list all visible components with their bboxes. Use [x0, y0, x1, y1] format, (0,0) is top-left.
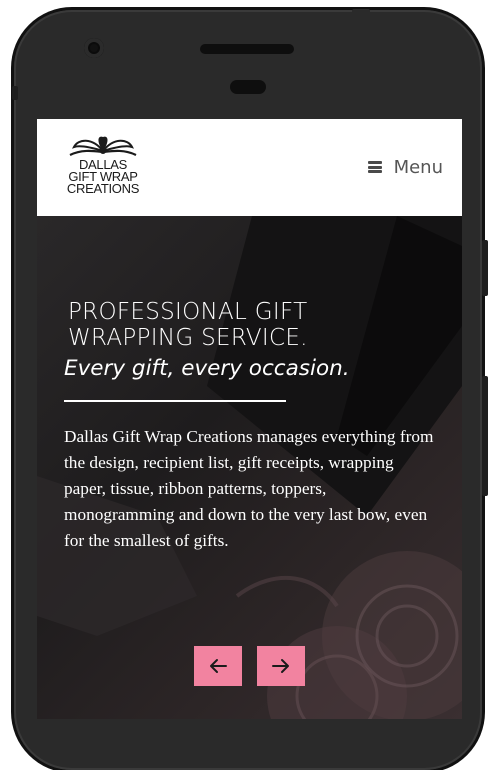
- hero-title-line-2: WRAPPING SERVICE.: [68, 325, 308, 351]
- menu-button[interactable]: Menu: [367, 155, 443, 179]
- arrow-right-icon: [272, 659, 289, 673]
- phone-volume-button: [482, 240, 488, 296]
- arrow-left-icon: [210, 659, 227, 673]
- hero-divider: [64, 400, 286, 402]
- slider-prev-button[interactable]: [194, 646, 242, 686]
- hero-description: Dallas Gift Wrap Creations manages every…: [64, 427, 434, 550]
- hero-subtitle: Every gift, every occasion.: [64, 356, 350, 381]
- site-logo[interactable]: DALLAS GIFT WRAP CREATIONS: [61, 133, 145, 203]
- phone-power-button: [482, 376, 488, 496]
- hero-title-line-1: PROFESSIONAL GIFT: [68, 299, 308, 325]
- hero-slide: PROFESSIONAL GIFT WRAPPING SERVICE. Ever…: [37, 216, 462, 719]
- site-header: DALLAS GIFT WRAP CREATIONS Menu: [37, 119, 462, 216]
- phone-top-button: [352, 9, 370, 15]
- bow-icon: [69, 136, 137, 156]
- phone-side-button: [12, 86, 18, 100]
- hero-title: PROFESSIONAL GIFT WRAPPING SERVICE.: [68, 299, 428, 351]
- hamburger-icon: [367, 161, 382, 173]
- phone-sensor: [230, 80, 266, 94]
- front-camera-icon: [84, 38, 104, 58]
- phone-screen: DALLAS GIFT WRAP CREATIONS Menu PROFESSI…: [37, 119, 462, 719]
- phone-speaker: [200, 44, 294, 54]
- logo-line-3: CREATIONS: [66, 181, 140, 196]
- menu-label: Menu: [393, 156, 443, 178]
- slider-next-button[interactable]: [257, 646, 305, 686]
